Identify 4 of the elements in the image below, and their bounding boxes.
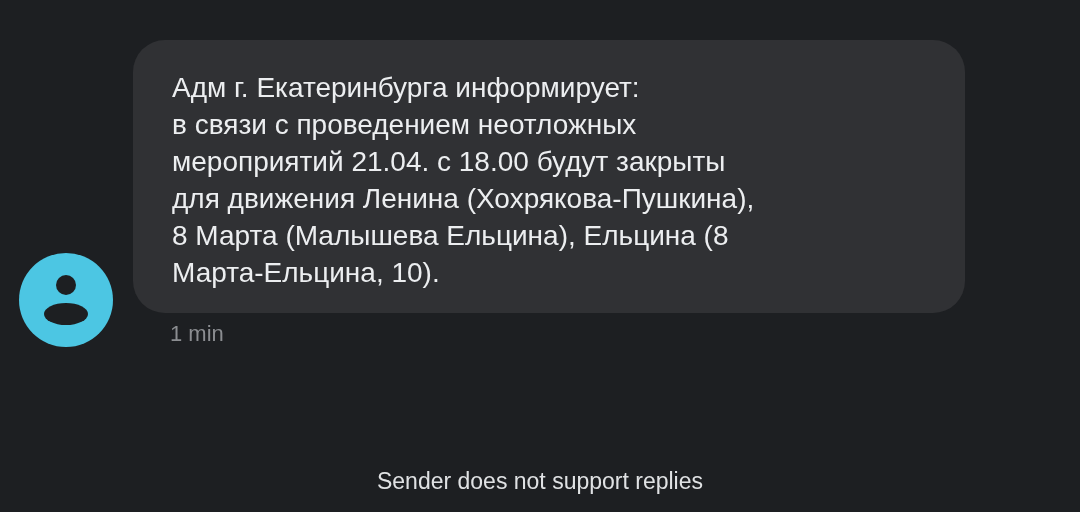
no-replies-notice: Sender does not support replies <box>376 468 703 495</box>
avatar-icon <box>19 253 113 347</box>
message-text: Адм г. Екатеринбурга информирует: в связи с проведением неотложных мероприятий 21.04. с 18.00 будут закрыты для движения Ленина (Хохрякова-Пушкина), 8 Марта (Малышева Ельцина), Ельцина (8 Марта-Ельцина, 10). <box>172 71 756 290</box>
message-time: 1 min <box>170 321 224 347</box>
